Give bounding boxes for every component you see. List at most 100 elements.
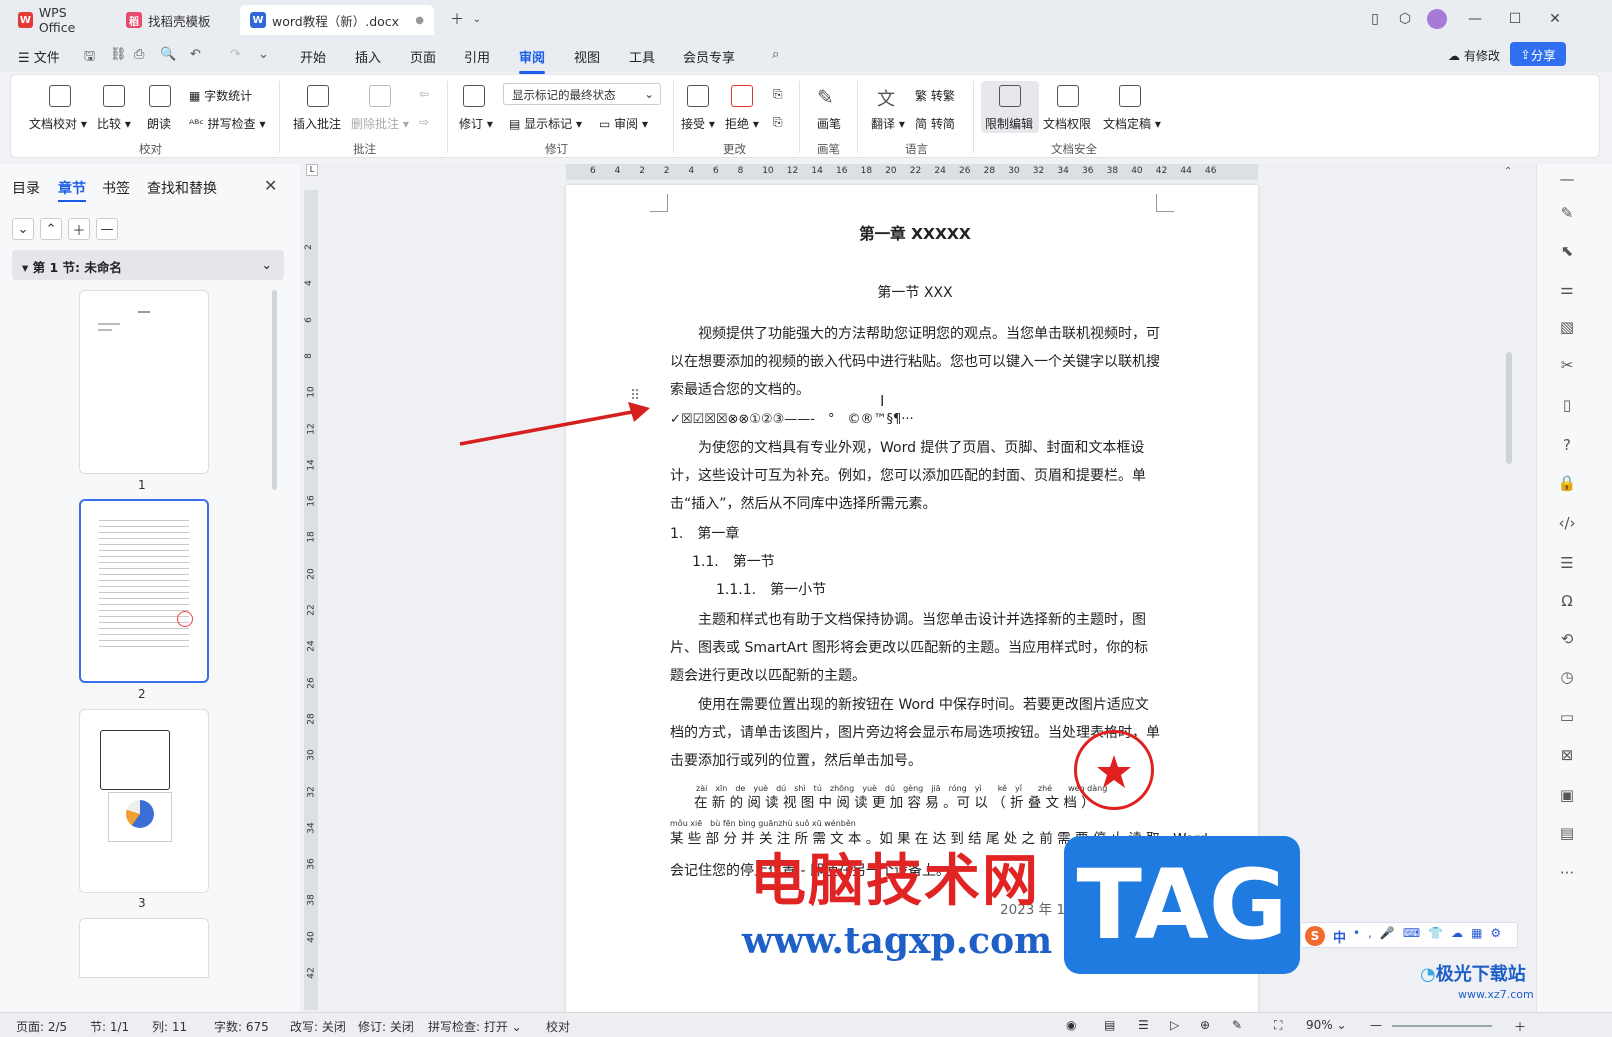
folder-icon[interactable]: ▭ (1557, 708, 1577, 728)
avatar[interactable] (1427, 9, 1447, 29)
tab-find-replace[interactable]: 查找和替换 (147, 178, 217, 198)
sync-icon[interactable]: ⟲ (1557, 630, 1577, 650)
play-icon[interactable]: ▷ (1170, 1018, 1179, 1032)
image-icon[interactable]: ▣ (1557, 786, 1577, 806)
read-aloud-button[interactable]: 朗读 (147, 115, 171, 132)
page-thumbnail-3[interactable] (79, 709, 209, 893)
ime-mode[interactable]: 中 (1333, 927, 1346, 946)
grid-icon[interactable]: ⊠ (1557, 746, 1577, 766)
page-view-icon[interactable]: ▤ (1104, 1018, 1115, 1032)
more-icon[interactable]: ⌄ (258, 47, 269, 62)
reject-button[interactable]: 拒绝 ▾ (725, 115, 759, 132)
to-traditional-button[interactable]: 繁 转繁 (915, 87, 955, 104)
close-icon[interactable]: ✕ (1544, 8, 1566, 30)
next-change-icon[interactable]: ⎘ (773, 115, 783, 130)
link-icon[interactable]: ⛓ (110, 47, 127, 62)
tab-word-doc[interactable]: W word教程（新）.docx ● (240, 5, 434, 35)
layout-icon[interactable]: ▯ (1364, 8, 1386, 30)
display-state-select[interactable]: 显示标记的最终状态 ⌄ (503, 83, 661, 105)
status-overtype[interactable]: 改写: 关闭 (290, 1018, 346, 1035)
save-icon[interactable]: 🖫 (84, 47, 95, 69)
close-panel-icon[interactable]: ✕ (264, 176, 277, 195)
ink-button[interactable]: 画笔 (817, 115, 841, 132)
undo-icon[interactable]: ↶ (190, 47, 201, 62)
modified-indicator[interactable]: ☁ 有修改 (1448, 47, 1500, 64)
page-thumbnail-2[interactable] (79, 499, 209, 683)
omega-icon[interactable]: Ω (1557, 592, 1577, 612)
tab-wps-office[interactable]: W WPS Office (8, 5, 112, 35)
share-button[interactable]: ⇪ 分享 (1510, 42, 1566, 66)
web-view-icon[interactable]: ⊕ (1200, 1018, 1210, 1032)
tab-sections[interactable]: 章节 (58, 178, 86, 198)
doc-rights-button[interactable]: 文档权限 (1043, 115, 1091, 132)
expand-icon[interactable]: ⌃ (40, 218, 62, 240)
review-pane-button[interactable]: ▭ 审阅 ▾ (599, 115, 648, 132)
status-words[interactable]: 字数: 675 (214, 1018, 269, 1035)
search-icon[interactable]: ⌕ (772, 47, 779, 62)
to-simplified-button[interactable]: 简 转简 (915, 115, 955, 132)
prev-comment-icon[interactable]: ⇦ (419, 87, 429, 101)
word-count-button[interactable]: ▦ 字数统计 (189, 87, 252, 104)
new-tab-icon[interactable]: ＋ (446, 8, 468, 30)
compare-button[interactable]: 比较 ▾ (97, 115, 131, 132)
collapse-icon[interactable]: ⌄ (12, 218, 34, 240)
restrict-edit-button[interactable]: 限制编辑 (985, 115, 1033, 132)
menu-view[interactable]: 视图 (574, 47, 600, 66)
preview-icon[interactable]: 🔍 (160, 47, 176, 62)
menu-tools[interactable]: 工具 (629, 47, 655, 66)
menu-page[interactable]: 页面 (410, 47, 436, 66)
translate-button[interactable]: 翻译 ▾ (871, 115, 905, 132)
book-icon[interactable]: ▯ (1557, 396, 1577, 416)
pen-mode-icon[interactable]: ✎ (1232, 1018, 1242, 1032)
status-page[interactable]: 页面: 2/5 (16, 1018, 67, 1035)
track-changes-button[interactable]: 修订 ▾ (459, 115, 493, 132)
finalize-button[interactable]: 文档定稿 ▾ (1103, 115, 1161, 132)
status-spell[interactable]: 拼写检查: 打开 ⌄ (428, 1018, 522, 1035)
document-icon[interactable]: ▤ (1557, 824, 1577, 844)
eye-icon[interactable]: ◉ (1066, 1018, 1076, 1032)
help-icon[interactable]: ? (1557, 436, 1577, 456)
history-icon[interactable]: ◷ (1557, 668, 1577, 688)
show-markup-button[interactable]: ▤ 显示标记 ▾ (509, 115, 582, 132)
tools-icon[interactable]: ✂ (1557, 356, 1577, 376)
zoom-in-icon[interactable]: ＋ (1514, 1018, 1526, 1035)
section-item[interactable]: ▾ 第 1 节: 未命名 ⌄ (12, 250, 284, 280)
select-icon[interactable]: ⬉ (1557, 242, 1577, 262)
minimize-icon[interactable]: — (1464, 8, 1486, 30)
menu-review[interactable]: 审阅 (519, 47, 546, 74)
spell-check-button[interactable]: ᴬᴮᶜ 拼写检查 ▾ (189, 115, 265, 132)
status-track[interactable]: 修订: 关闭 (358, 1018, 414, 1035)
adjust-icon[interactable]: ⚌ (1557, 280, 1577, 300)
page-thumbnail-4[interactable] (79, 918, 209, 978)
file-menu[interactable]: ☰ 文件 (18, 47, 60, 66)
insert-comment-button[interactable]: 插入批注 (293, 115, 341, 132)
panel-scrollbar[interactable] (272, 290, 277, 490)
menu-insert[interactable]: 插入 (355, 47, 381, 66)
fit-icon[interactable]: ⛶ (1274, 1018, 1282, 1033)
tab-toc[interactable]: 目录 (12, 178, 40, 198)
outline-view-icon[interactable]: ☰ (1138, 1018, 1149, 1032)
zoom-select[interactable]: 90% ⌄ (1306, 1018, 1347, 1032)
redo-icon[interactable]: ↷ (230, 47, 241, 62)
lock-icon[interactable]: 🔒 (1557, 474, 1577, 494)
style-icon[interactable]: ▧ (1557, 318, 1577, 338)
cube-icon[interactable]: ⬡ (1394, 8, 1416, 30)
list-icon[interactable]: ☰ (1557, 554, 1577, 574)
zoom-slider[interactable] (1392, 1025, 1492, 1027)
print-icon[interactable]: ⎙ (134, 47, 144, 62)
tab-stop-selector[interactable]: L (306, 164, 318, 176)
code-icon[interactable]: ‹/› (1557, 514, 1577, 534)
more-icon[interactable]: ··· (1557, 864, 1577, 884)
document-scrollbar[interactable] (1506, 352, 1512, 464)
tab-bookmarks[interactable]: 书签 (102, 178, 130, 198)
pen-tool-icon[interactable]: ✎ (1557, 204, 1577, 224)
remove-section-icon[interactable]: — (96, 218, 118, 240)
tab-docer[interactable]: 稻 找稻壳模板 (116, 5, 236, 35)
menu-reference[interactable]: 引用 (464, 47, 490, 66)
accept-button[interactable]: 接受 ▾ (681, 115, 715, 132)
chevron-down-icon[interactable]: ⌄ (466, 8, 488, 30)
ime-tools-icon[interactable]: •,🎤⌨👕☁▦⚙ (1353, 926, 1509, 940)
menu-start[interactable]: 开始 (300, 47, 326, 66)
delete-comment-button[interactable]: 删除批注 ▾ (351, 115, 409, 132)
menu-member[interactable]: 会员专享 (683, 47, 735, 66)
